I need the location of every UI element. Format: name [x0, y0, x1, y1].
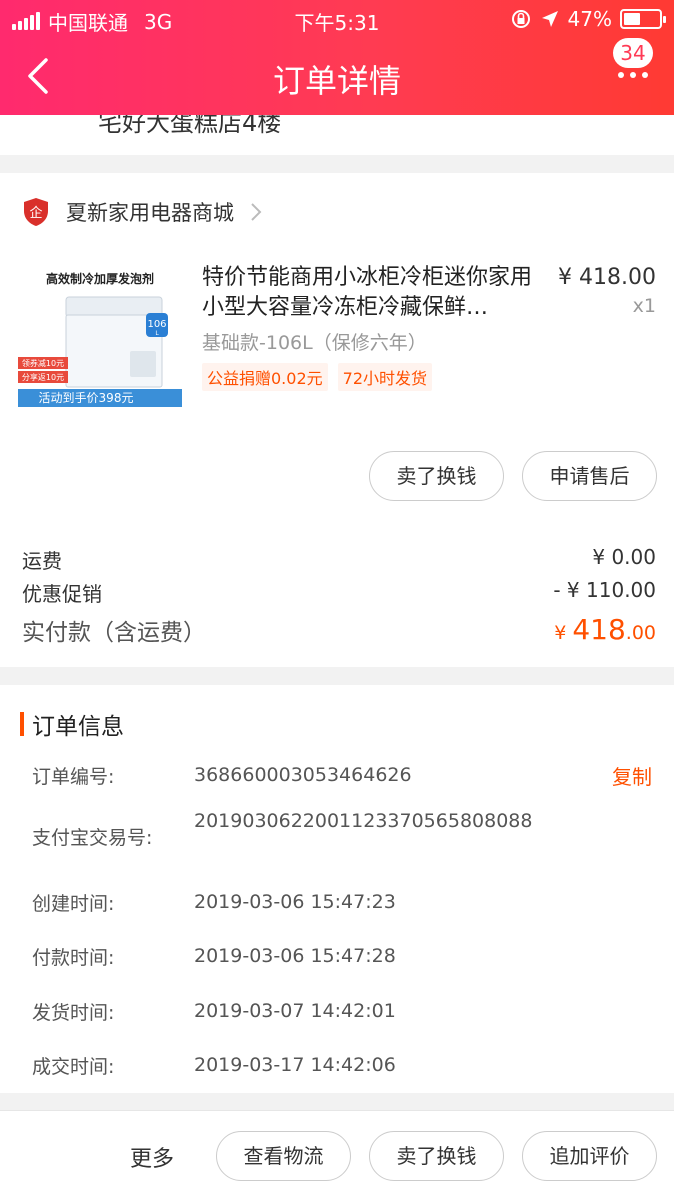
more-actions-button[interactable]: 更多: [130, 1141, 174, 1173]
notification-badge: 34: [613, 38, 653, 68]
shipping-fee-label: 运费: [22, 549, 62, 573]
shop-name: 夏新家用电器商城: [66, 201, 234, 225]
product-quantity: x1: [632, 295, 656, 317]
app-header: 中国联通 3G 下午5:31 47% 订单详情 34: [0, 0, 674, 115]
svg-text:分享返10元: 分享返10元: [22, 372, 64, 382]
total-paid-label: 实付款（含运费）: [22, 620, 206, 646]
battery-percent: 47%: [567, 7, 612, 31]
more-dots-icon: [618, 72, 648, 78]
shop-card: 企 夏新家用电器商城 高效制冷加厚发泡剂 106 L 领券减10元 分享返10元…: [0, 173, 674, 667]
shipped-time-label: 发货时间:: [32, 1002, 115, 1024]
svg-text:领券减10元: 领券减10元: [22, 358, 64, 368]
status-right: 47%: [510, 7, 666, 31]
order-info-card: 订单信息 订单编号: 368660003053464626 复制 支付宝交易号:…: [0, 685, 674, 1093]
created-time-value: 2019-03-06 15:47:23: [194, 891, 396, 913]
bottom-action-bar: 更多 查看物流 卖了换钱 追加评价: [0, 1110, 674, 1200]
location-arrow-icon: [541, 11, 558, 27]
total-currency: ¥: [554, 622, 573, 644]
promo-value: - ¥ 110.00: [553, 578, 656, 602]
product-spec: 基础款-106L（保修六年）: [202, 332, 427, 354]
order-info-header: 订单信息: [20, 707, 124, 741]
product-image[interactable]: 高效制冷加厚发泡剂 106 L 领券减10元 分享返10元 活动到手价398元: [18, 263, 182, 427]
promo-label: 优惠促销: [22, 582, 102, 606]
order-number-label: 订单编号:: [32, 766, 115, 788]
created-time-label: 创建时间:: [32, 893, 115, 915]
copy-order-number-button[interactable]: 复制: [612, 761, 652, 790]
nav-bar: 订单详情 34: [0, 38, 674, 115]
address-section: 宅好大蛋糕店4楼: [0, 115, 674, 155]
rotation-lock-icon: [511, 10, 530, 28]
chevron-right-icon: [251, 203, 262, 221]
add-review-button[interactable]: 追加评价: [522, 1131, 657, 1181]
battery-fill: [624, 13, 640, 25]
product-price: ¥ 418.00: [558, 265, 656, 290]
battery-icon: [620, 9, 666, 29]
svg-text:活动到手价398元: 活动到手价398元: [39, 391, 134, 405]
product-tags: 公益捐赠0.02元 72小时发货: [202, 363, 433, 391]
alipay-trade-label: 支付宝交易号:: [32, 827, 153, 849]
resell-item-button[interactable]: 卖了换钱: [369, 451, 504, 501]
shipped-time-value: 2019-03-07 14:42:01: [194, 1000, 396, 1022]
alipay-trade-value: 2019030622001123370565808088: [194, 810, 533, 832]
view-logistics-button[interactable]: 查看物流: [216, 1131, 351, 1181]
total-paid-row: 实付款（含运费） ¥ 418.00: [22, 613, 656, 647]
shipping-fee-row: 运费 ¥ 0.00: [22, 545, 656, 574]
tag-charity: 公益捐赠0.02元: [202, 363, 328, 391]
svg-text:企: 企: [29, 205, 42, 221]
paid-time-value: 2019-03-06 15:47:28: [194, 945, 396, 967]
after-sale-button[interactable]: 申请售后: [522, 451, 657, 501]
total-integer: 418: [572, 613, 626, 646]
order-info-title: 订单信息: [32, 714, 124, 740]
promo-row: 优惠促销 - ¥ 110.00: [22, 578, 656, 607]
completed-time-value: 2019-03-17 14:42:06: [194, 1054, 396, 1076]
svg-text:高效制冷加厚发泡剂: 高效制冷加厚发泡剂: [46, 271, 154, 286]
tag-shipping: 72小时发货: [337, 363, 433, 391]
shop-link[interactable]: 企 夏新家用电器商城: [22, 197, 262, 227]
product-title[interactable]: 特价节能商用小冰柜冷柜迷你家用小型大容量冷冻柜冷藏保鲜…: [202, 263, 542, 323]
completed-time-label: 成交时间:: [32, 1056, 115, 1078]
total-paid-value: ¥ 418.00: [554, 613, 656, 647]
paid-time-label: 付款时间:: [32, 947, 115, 969]
total-decimal: .00: [625, 622, 656, 644]
accent-bar: [20, 712, 24, 736]
status-bar: 中国联通 3G 下午5:31 47%: [0, 0, 674, 38]
order-number-value: 368660003053464626: [194, 764, 412, 786]
page-title: 订单详情: [272, 62, 401, 100]
more-menu-button[interactable]: 34: [610, 38, 660, 98]
svg-text:106: 106: [147, 319, 166, 330]
shipping-fee-value: ¥ 0.00: [592, 545, 656, 569]
resell-order-button[interactable]: 卖了换钱: [369, 1131, 504, 1181]
address-text: 宅好大蛋糕店4楼: [98, 115, 282, 137]
enterprise-shield-icon: 企: [24, 198, 48, 226]
